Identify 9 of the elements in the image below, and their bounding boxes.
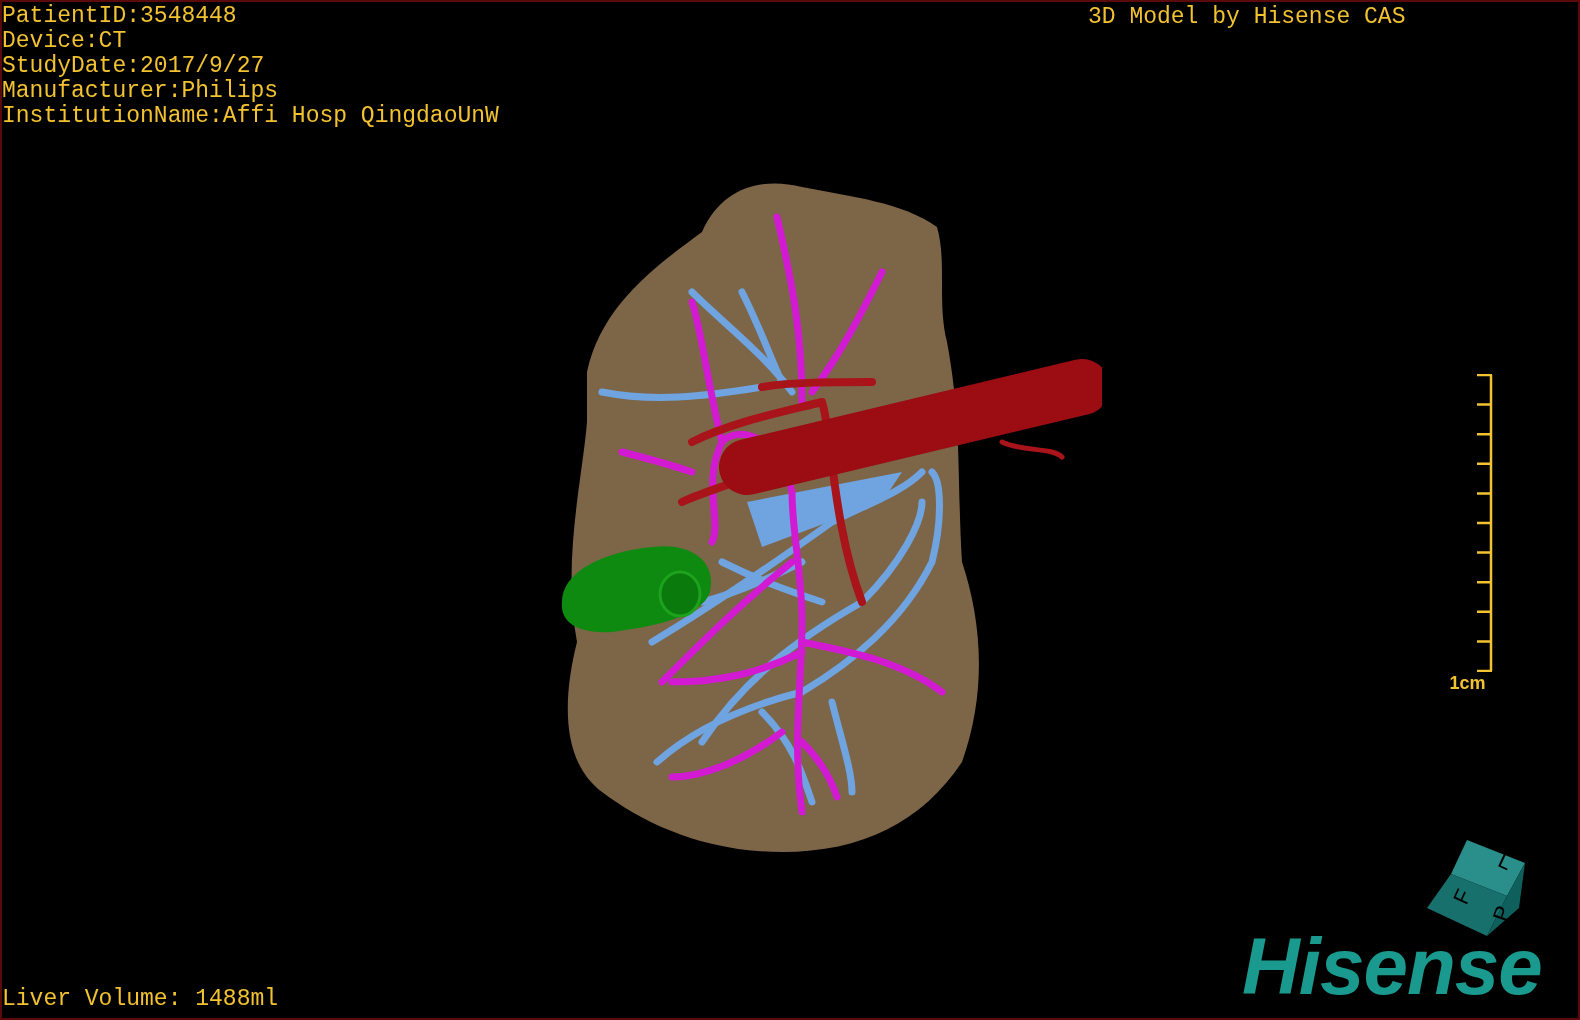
scale-bar-icon — [1476, 374, 1493, 672]
info-line: PatientID:3548448 — [2, 4, 238, 29]
info-line: Manufacturer:Philips — [2, 79, 280, 104]
info-line: InstitutionName:Affi Hosp QingdaoUnW — [2, 104, 499, 129]
liver-volume-text: Liver Volume: 1488ml — [2, 986, 279, 1012]
info-line: Device:CT — [2, 29, 128, 54]
scale-label: 1cm — [1449, 674, 1486, 692]
viewer-title: 3D Model by Hisense CAS — [1088, 4, 1406, 30]
info-line: StudyDate:2017/9/27 — [2, 54, 266, 79]
